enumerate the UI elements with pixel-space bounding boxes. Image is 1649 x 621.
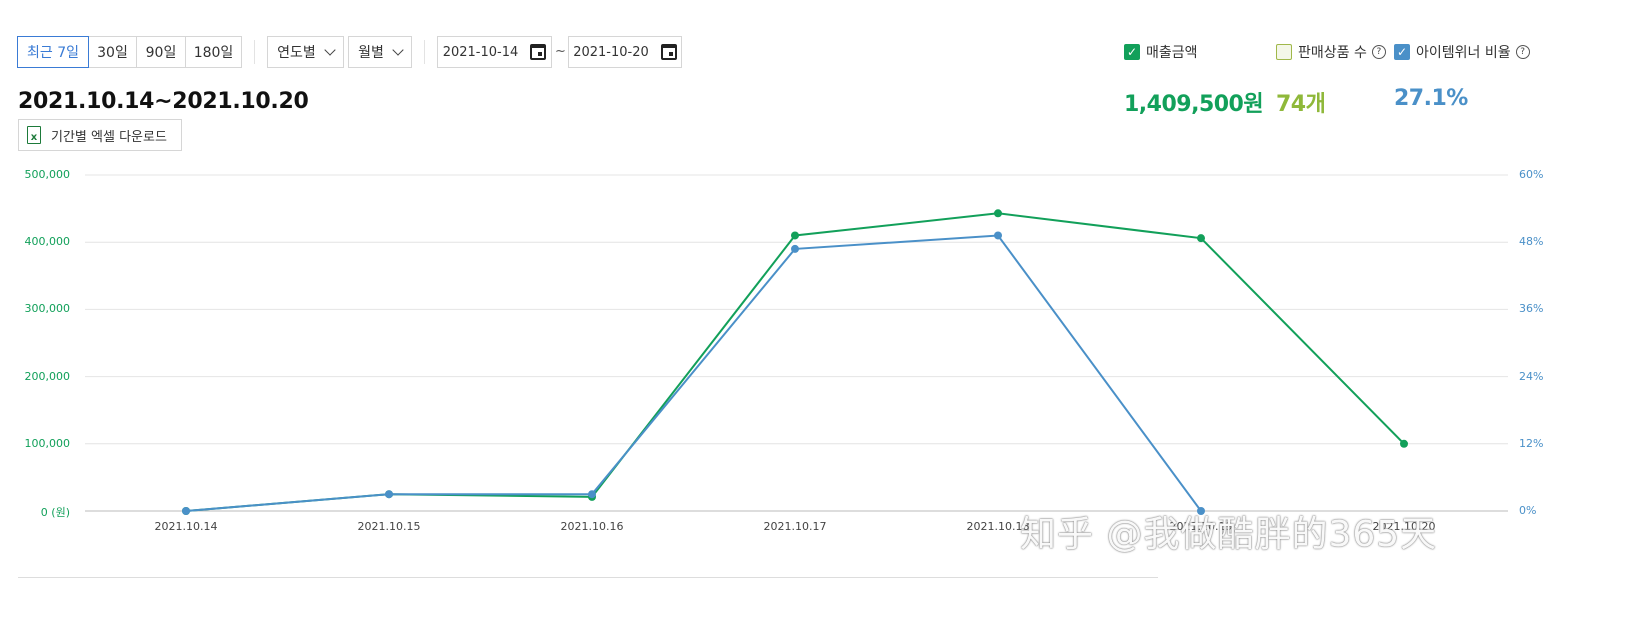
y-tick-label-right: 12%: [1519, 436, 1544, 450]
checkbox-checked-icon[interactable]: ✓: [1394, 44, 1410, 60]
x-tick-label: 2021.10.15: [357, 520, 421, 533]
help-icon[interactable]: ?: [1371, 45, 1386, 59]
month-dropdown-label: 월별: [358, 45, 384, 61]
data-point[interactable]: [588, 492, 596, 501]
legend-label: 매출금액: [1146, 45, 1198, 61]
x-tick-label: 2021.10.16: [560, 520, 624, 533]
legend-item-winner-ratio[interactable]: ✓ 아이템위너 비율 ?: [1394, 42, 1530, 62]
data-point[interactable]: [588, 490, 596, 499]
data-point[interactable]: [791, 231, 799, 240]
year-dropdown-label: 연도별: [277, 45, 316, 61]
data-point[interactable]: [385, 490, 393, 499]
y-tick-label-left: 100,000: [24, 436, 71, 450]
legend-label: 아이템위너 비율: [1416, 45, 1511, 61]
start-date-value: 2021-10-14: [442, 44, 519, 60]
watermark-text: 知乎 @我做酷胖的365天: [1020, 514, 1438, 555]
product-count-value: 74개: [1276, 92, 1326, 117]
help-icon[interactable]: ?: [1515, 45, 1530, 59]
y-tick-label-left: 300,000: [24, 302, 71, 316]
y-tick-label-left: 500,000: [24, 168, 71, 181]
legend-label: 판매상품 수: [1298, 45, 1367, 61]
date-range-separator: ~: [555, 44, 566, 59]
chevron-down-icon: [392, 44, 404, 56]
divider: [254, 40, 255, 64]
chevron-down-icon: [324, 44, 336, 56]
period-30days-button[interactable]: 30일: [88, 36, 137, 68]
calendar-icon[interactable]: [660, 44, 677, 60]
excel-download-label: 기간별 엑셀 다운로드: [51, 129, 167, 145]
data-point[interactable]: [994, 209, 1002, 218]
range-title: 2021.10.14~2021.10.20: [18, 89, 309, 114]
sales-amount-value: 1,409,500원: [1124, 92, 1264, 117]
divider: [424, 40, 425, 64]
y-tick-label-right: 0%: [1519, 504, 1537, 517]
divider: [18, 577, 1158, 578]
x-tick-label: 2021.10.14: [154, 520, 218, 533]
item-winner-ratio-value: 27.1%: [1394, 86, 1468, 111]
y-tick-label-right: 24%: [1519, 369, 1544, 383]
period-7days-button[interactable]: 최근 7일: [17, 36, 89, 68]
period-180days-button[interactable]: 180일: [185, 36, 242, 68]
legend-product-count[interactable]: 판매상품 수 ?: [1276, 42, 1386, 62]
x-tick-label: 2021.10.17: [763, 520, 827, 533]
y-tick-label-left: 200,000: [24, 369, 71, 383]
y-tick-label-right: 36%: [1519, 302, 1544, 316]
checkbox-checked-icon[interactable]: ✓: [1124, 44, 1140, 60]
data-point[interactable]: [994, 231, 1002, 240]
y-tick-label-left: 0 (원): [40, 506, 70, 519]
data-point[interactable]: [182, 507, 190, 515]
excel-download-button[interactable]: x 기간별 엑셀 다운로드: [18, 119, 182, 151]
data-point[interactable]: [1400, 439, 1408, 448]
series-line: [185, 234, 1202, 512]
y-tick-label-right: 48%: [1519, 235, 1544, 249]
data-point[interactable]: [385, 490, 393, 499]
period-90days-button[interactable]: 90일: [136, 36, 186, 68]
month-dropdown[interactable]: 월별: [348, 36, 412, 68]
y-tick-label-left: 400,000: [24, 235, 71, 249]
data-point[interactable]: [791, 244, 799, 253]
y-tick-label-right: 60%: [1519, 168, 1544, 181]
start-date-picker[interactable]: 2021-10-14: [437, 36, 552, 68]
legend-sales-amount[interactable]: ✓ 매출금액: [1124, 42, 1198, 62]
year-dropdown[interactable]: 연도별: [267, 36, 344, 68]
series-line: [185, 212, 1405, 512]
end-date-picker[interactable]: 2021-10-20: [568, 36, 682, 68]
excel-file-icon: x: [27, 126, 41, 144]
data-point[interactable]: [182, 507, 190, 515]
period-button-group: 최근 7일 30일 90일 180일: [17, 36, 242, 68]
end-date-value: 2021-10-20: [573, 44, 649, 60]
checkbox-unchecked-icon[interactable]: [1276, 44, 1292, 60]
data-point[interactable]: [1197, 234, 1205, 243]
calendar-icon[interactable]: [530, 44, 547, 60]
